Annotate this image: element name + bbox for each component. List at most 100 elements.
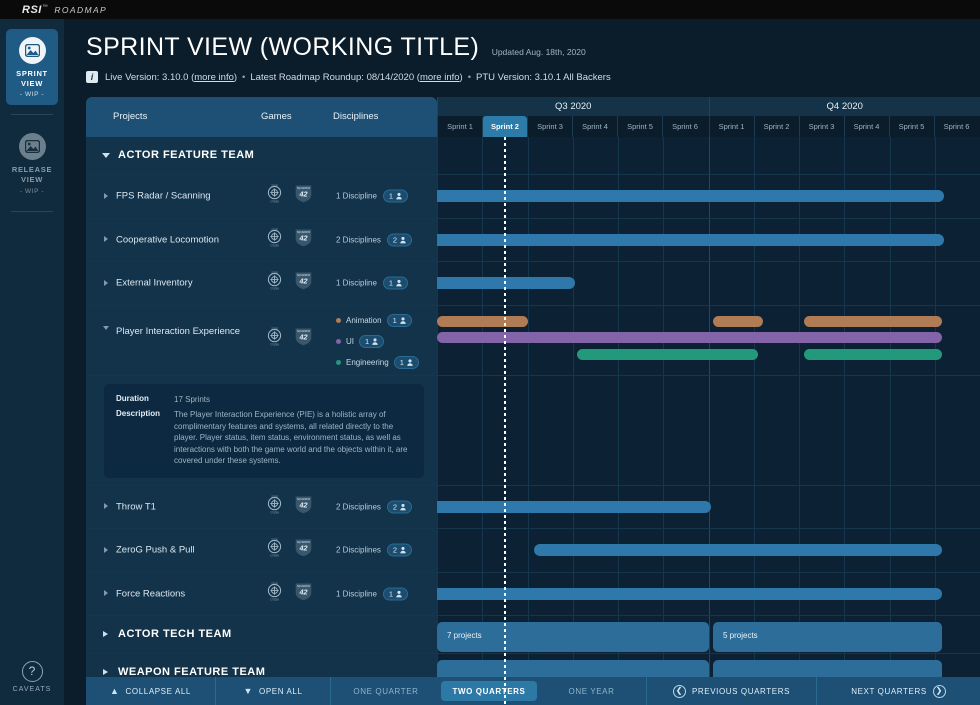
project-row[interactable]: External Inventory STAR CITIZEN 42 SQUAD… [86,262,980,306]
chevron-right-icon[interactable] [103,631,108,637]
chevron-right-icon[interactable] [104,547,108,553]
svg-text:CITIZEN: CITIZEN [270,512,279,514]
detail-description: Description The Player Interaction Exper… [116,409,412,467]
timeline-bar[interactable] [437,501,711,513]
project-row-left: Player Interaction Experience STAR CITIZ… [86,306,437,375]
roundup-more-info-link[interactable]: more info [420,72,460,83]
sprint-column-header[interactable]: Sprint 5 [889,116,934,137]
description-label: Description [116,409,174,467]
timeline-bar[interactable] [437,277,575,289]
team-header-track: 7 projects 5 projects [437,616,980,653]
zoom-one-quarter-button[interactable]: ONE QUARTER [331,677,441,705]
chevron-right-icon[interactable] [104,280,108,286]
team-header-row[interactable]: ACTOR FEATURE TEAM [86,137,980,175]
svg-text:CITIZEN: CITIZEN [270,289,279,291]
rsi-logo[interactable]: RSI™ROADMAP [22,4,107,16]
sprint-column-header[interactable]: Sprint 1 [437,116,482,137]
svg-text:SQUADRON: SQUADRON [297,498,311,501]
squadron-42-badge-icon: 42 SQUADRON [293,581,314,607]
star-citizen-badge-icon: STAR CITIZEN [264,270,285,296]
sprint-column-header[interactable]: Sprint 2 [754,116,799,137]
discipline-summary: 1 Discipline 1 [336,587,408,600]
sprint-column-header[interactable]: Sprint 4 [572,116,617,137]
sprint-column-header[interactable]: Sprint 6 [934,116,979,137]
discipline-timeline-bar[interactable] [804,316,942,327]
sprint-column-header[interactable]: Sprint 3 [799,116,844,137]
svg-text:STAR: STAR [271,539,278,542]
image-icon [19,37,46,64]
team-size-badge: 1 [383,277,408,290]
project-timeline [437,262,980,305]
svg-text:CITIZEN: CITIZEN [270,556,279,558]
svg-text:SQUADRON: SQUADRON [297,274,311,277]
quarter-block: Q3 2020 Sprint 1Sprint 2Sprint 3Sprint 4… [437,97,709,137]
sprint-column-header[interactable]: Sprint 4 [844,116,889,137]
sidebar-item-sprint-view-label: SPRINT VIEW [6,69,58,89]
discipline-name: Animation [346,316,382,325]
game-badges: STAR CITIZEN 42 SQUADRON [264,537,314,563]
open-all-button[interactable]: ▼ OPEN ALL [216,677,331,705]
page-header: SPRINT VIEW (WORKING TITLE) Updated Aug.… [64,19,980,83]
sprint-column-header[interactable]: Sprint 6 [662,116,707,137]
sprint-column-header[interactable]: Sprint 3 [527,116,572,137]
discipline-timeline-bar[interactable] [437,316,528,327]
discipline-item[interactable]: Engineering 1 [336,356,419,369]
project-row-left: ZeroG Push & Pull STAR CITIZEN 42 SQUADR… [86,529,437,572]
timeline-bar[interactable] [437,234,944,246]
timeline-bar[interactable] [534,544,941,556]
sprint-column-header[interactable]: Sprint 1 [709,116,754,137]
discipline-item[interactable]: Animation 1 [336,314,419,327]
chevron-down-icon[interactable] [102,153,110,161]
person-icon [372,338,378,345]
project-name: Throw T1 [116,501,156,512]
previous-quarters-button[interactable]: ❮ PREVIOUS QUARTERS [647,677,817,705]
team-summary-block[interactable]: 7 projects [437,622,709,652]
timeline-bar[interactable] [437,588,942,600]
zoom-two-quarters-button[interactable]: TWO QUARTERS [441,681,537,701]
project-name: ZeroG Push & Pull [116,545,195,556]
timeline-bar[interactable] [437,190,944,202]
team-summary-block[interactable]: 5 projects [713,622,942,652]
chevron-right-icon[interactable] [103,669,108,675]
release-view-wip: - WIP - [6,188,58,195]
team-header-row[interactable]: ACTOR TECH TEAM 7 projects 5 projects [86,616,980,654]
squadron-42-badge-icon: 42 SQUADRON [293,270,314,296]
discipline-list: Animation 1 UI 1 Engineering [336,314,419,369]
chevron-right-icon[interactable] [104,590,108,596]
discipline-timeline-bar[interactable] [804,349,942,360]
discipline-timeline-bar[interactable] [577,349,758,360]
chevron-down-icon[interactable] [103,326,109,333]
chevron-right-icon[interactable] [104,503,108,509]
star-citizen-badge-icon: STAR CITIZEN [264,183,285,209]
grid-header: Projects Games Disciplines Q3 2020 Sprin… [86,97,980,137]
sidebar-item-sprint-view[interactable]: SPRINT VIEW - WIP - [6,29,58,105]
discipline-timeline-bar[interactable] [713,316,763,327]
project-row[interactable]: Throw T1 STAR CITIZEN 42 SQUADRON 2 Disc… [86,486,980,530]
svg-text:CITIZEN: CITIZEN [270,599,279,601]
sprint-column-header[interactable]: Sprint 2 [482,116,527,137]
chevron-right-icon[interactable] [104,193,108,199]
project-row[interactable]: Force Reactions STAR CITIZEN 42 SQUADRON… [86,573,980,617]
chevron-left-icon: ❮ [673,685,686,698]
zoom-one-year-button[interactable]: ONE YEAR [537,677,647,705]
grid-body[interactable]: ACTOR FEATURE TEAM FPS Radar / Scanning … [86,137,980,705]
project-row-expanded[interactable]: Player Interaction Experience STAR CITIZ… [86,306,980,376]
person-icon [407,359,413,366]
discipline-item[interactable]: UI 1 [336,335,419,348]
sidebar-item-release-view[interactable]: RELEASE VIEW - WIP - [6,125,58,201]
sprint-column-header[interactable]: Sprint 5 [617,116,662,137]
svg-text:STAR: STAR [271,582,278,585]
project-row[interactable]: ZeroG Push & Pull STAR CITIZEN 42 SQUADR… [86,529,980,573]
project-row[interactable]: Cooperative Locomotion STAR CITIZEN 42 S… [86,219,980,263]
game-badges: STAR CITIZEN 42 SQUADRON [264,581,314,607]
next-quarters-button[interactable]: NEXT QUARTERS ❯ [817,677,980,705]
collapse-all-button[interactable]: ▲ COLLAPSE ALL [86,677,216,705]
live-version-more-info-link[interactable]: more info [194,72,234,83]
chevron-right-icon[interactable] [104,236,108,242]
svg-text:CITIZEN: CITIZEN [270,245,279,247]
discipline-name: Engineering [346,358,389,367]
project-row[interactable]: FPS Radar / Scanning STAR CITIZEN 42 SQU… [86,175,980,219]
svg-text:CITIZEN: CITIZEN [270,344,279,346]
discipline-timeline-bar[interactable] [437,332,942,343]
caveats-button[interactable]: ? CAVEATS [0,661,64,693]
